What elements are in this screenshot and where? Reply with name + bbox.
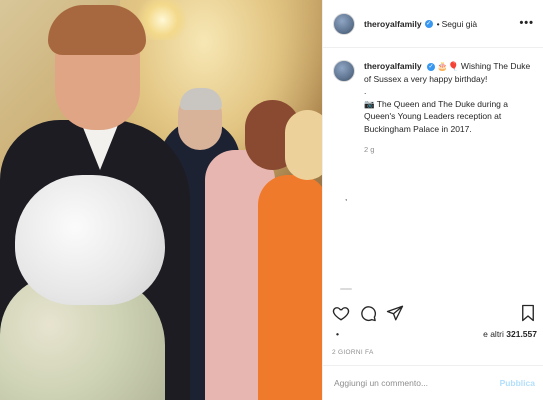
caption-verified-badge-icon: ✓ bbox=[427, 62, 436, 71]
caption-text: theroyalfamily ✓ 🎂🎈 Wishing The Duke of … bbox=[364, 60, 534, 135]
likes-row: • e altri 321.557 bbox=[332, 329, 537, 343]
post-photo[interactable] bbox=[0, 0, 322, 400]
comment-input[interactable]: Aggiungi un commento... bbox=[334, 378, 428, 388]
caption-emoji: 🎂🎈 bbox=[437, 61, 459, 71]
post-date: 2 GIORNI FA bbox=[332, 349, 374, 356]
likes-number: 321.557 bbox=[506, 329, 537, 339]
comment-bubble-icon[interactable] bbox=[359, 304, 377, 322]
heart-icon[interactable] bbox=[332, 304, 350, 322]
comment-bar: Aggiungi un commento... Pubblica bbox=[322, 365, 543, 400]
likes-bullet: • bbox=[336, 329, 339, 339]
likes-count[interactable]: e altri 321.557 bbox=[483, 329, 537, 339]
publish-button[interactable]: Pubblica bbox=[500, 378, 535, 388]
caption-username[interactable]: theroyalfamily bbox=[364, 61, 422, 71]
post-header: theroyalfamily ✓ • Segui già ••• bbox=[323, 0, 543, 48]
caption-time: 2 g bbox=[364, 145, 375, 154]
more-options-icon[interactable]: ••• bbox=[519, 17, 534, 29]
photo-queen-hair bbox=[15, 175, 165, 305]
caption-dot: . bbox=[364, 86, 367, 96]
photo-duke-hair bbox=[48, 5, 146, 55]
caption-line-2: 📷 The Queen and The Duke during a Queen'… bbox=[364, 98, 509, 134]
action-bar bbox=[322, 300, 543, 328]
photo-guest-orange-head bbox=[285, 110, 322, 180]
paper-plane-icon[interactable] bbox=[386, 304, 404, 322]
avatar[interactable] bbox=[333, 12, 355, 35]
header-username[interactable]: theroyalfamily bbox=[364, 19, 422, 29]
caption: theroyalfamily ✓ 🎂🎈 Wishing The Duke of … bbox=[333, 60, 538, 154]
comments-divider bbox=[340, 288, 352, 290]
photo-guest-man-hair bbox=[180, 88, 222, 110]
caption-avatar[interactable] bbox=[333, 60, 355, 82]
header-separator: • bbox=[436, 18, 440, 29]
following-button[interactable]: Segui già bbox=[442, 19, 477, 29]
stray-mark: , bbox=[345, 193, 348, 202]
bookmark-icon[interactable] bbox=[519, 304, 537, 322]
photo-guest-orange-dress bbox=[258, 175, 322, 400]
likes-prefix: e altri bbox=[483, 329, 507, 339]
verified-badge-icon: ✓ bbox=[424, 19, 433, 28]
